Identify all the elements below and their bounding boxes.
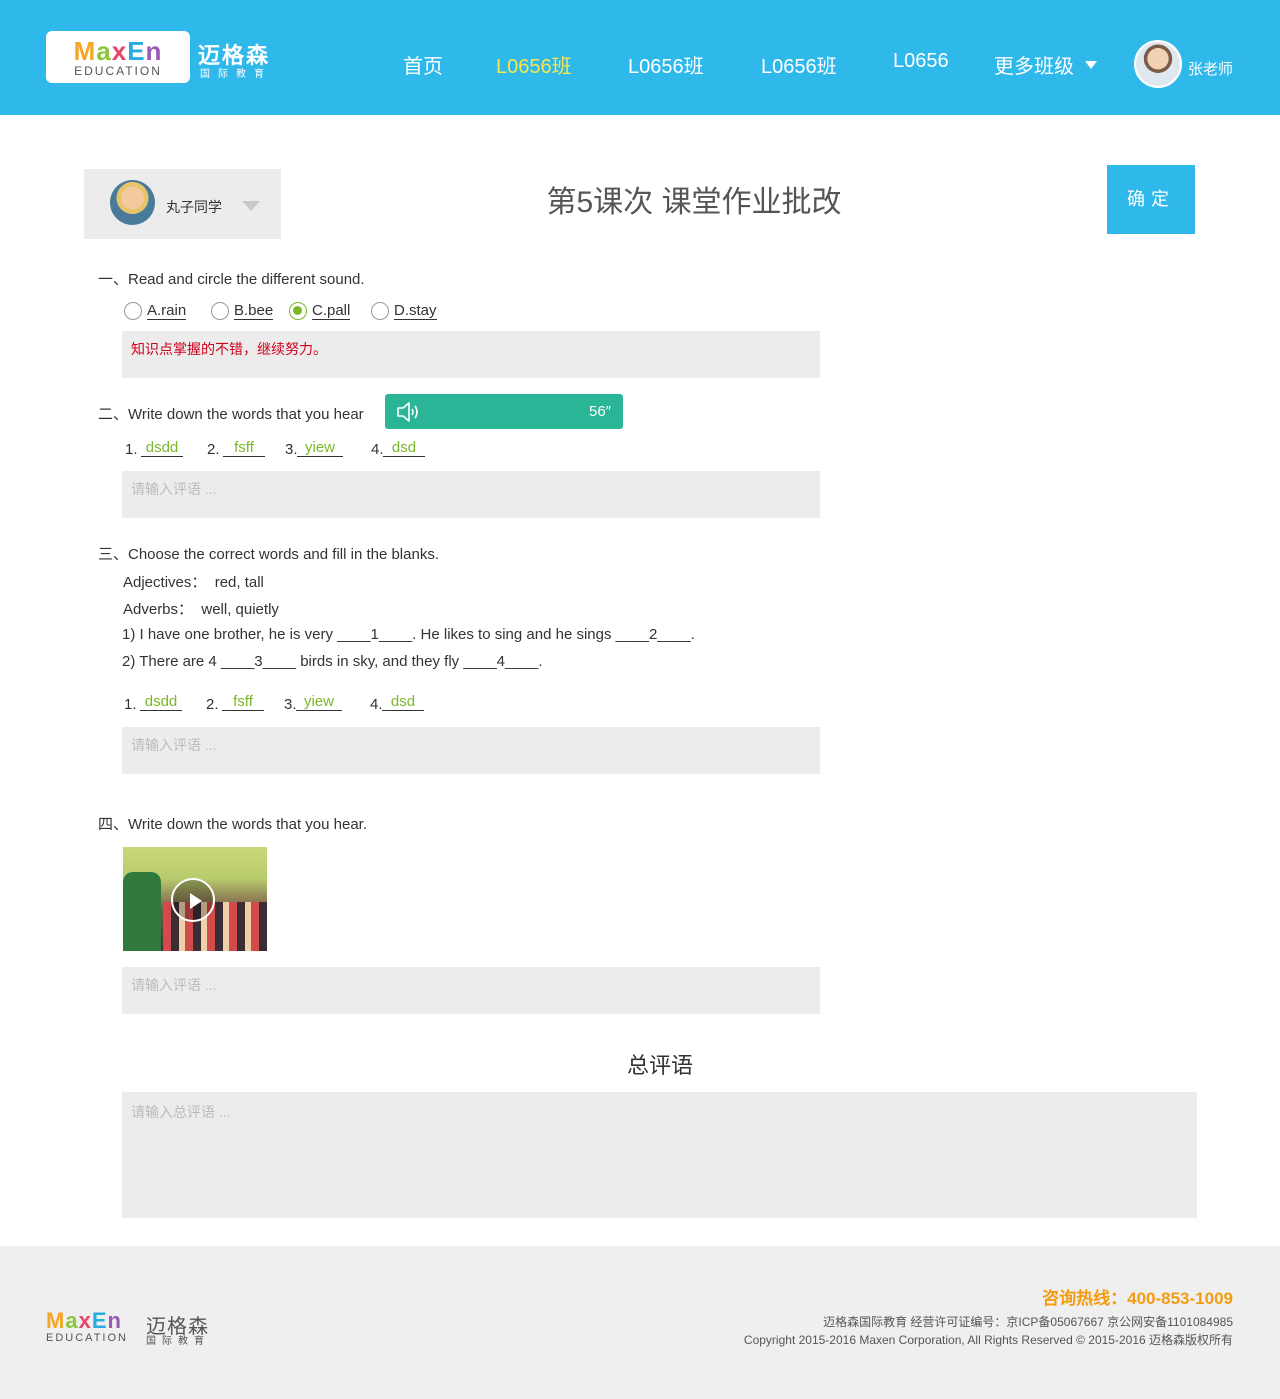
- avatar[interactable]: [1134, 40, 1182, 88]
- summary-comment-input[interactable]: 请输入总评语 ...: [122, 1092, 1197, 1218]
- answer-blank: yiew: [297, 439, 343, 457]
- nav-class-2[interactable]: L0656班: [628, 50, 704, 79]
- question-3-title: 三、Choose the correct words and fill in t…: [98, 546, 439, 563]
- speaker-icon: [397, 402, 418, 422]
- audio-duration: 56″: [589, 403, 611, 420]
- question-1-title: 一、Read and circle the different sound.: [98, 271, 365, 288]
- maxen-logo[interactable]: MaxEn EDUCATION: [46, 31, 190, 83]
- teacher-name[interactable]: 张老师: [1188, 58, 1233, 79]
- video-thumbnail[interactable]: [123, 847, 267, 951]
- logo-subtitle: EDUCATION: [74, 64, 162, 78]
- blank-number: 1.: [124, 696, 137, 713]
- icp-license: 迈格森国际教育 经营许可证编号：京ICP备05067667 京公网安备11010…: [823, 1315, 1233, 1329]
- copyright: Copyright 2015-2016 Maxen Corporation, A…: [743, 1333, 1233, 1347]
- logo-wordmark: MaxEn: [73, 36, 163, 66]
- question-4-title: 四、Write down the words that you hear.: [98, 816, 368, 833]
- sentence-1: 1) I have one brother, he is very ____1_…: [122, 626, 695, 643]
- question-3-comment[interactable]: 请输入评语 ...: [122, 727, 820, 774]
- question-2-title: 二、Write down the words that you hear: [98, 406, 364, 423]
- page-title: 第5课次 课堂作业批改: [546, 186, 842, 219]
- play-icon[interactable]: [171, 878, 215, 922]
- chevron-down-icon[interactable]: [1085, 61, 1097, 69]
- option-a[interactable]: A.rain: [124, 302, 187, 320]
- footer-logo: MaxEn: [46, 1308, 122, 1333]
- radio-icon[interactable]: [124, 302, 142, 320]
- footer-logo-cn-subtitle: 国际教育: [146, 1336, 210, 1347]
- nav-class-4[interactable]: L0656: [893, 50, 949, 73]
- answer-blank: dsdd: [140, 693, 182, 711]
- sentence-2: 2) There are 4 ____3____ birds in sky, a…: [122, 653, 543, 670]
- blank-number: 4.: [371, 441, 384, 458]
- nav-class-3[interactable]: L0656班: [761, 50, 837, 79]
- answer-blank: dsdd: [141, 439, 183, 457]
- option-b[interactable]: B.bee: [211, 302, 274, 320]
- footer-logo-subtitle: EDUCATION: [46, 1332, 128, 1344]
- footer: MaxEn 迈格森 EDUCATION 国际教育 咨询热线：400-853-10…: [0, 1246, 1280, 1399]
- answer-blank: fsff: [222, 693, 264, 711]
- radio-checked-icon[interactable]: [289, 302, 307, 320]
- radio-icon[interactable]: [371, 302, 389, 320]
- confirm-button[interactable]: 确定: [1107, 165, 1195, 234]
- nav-more-classes[interactable]: 更多班级: [994, 50, 1074, 79]
- blank-number: 2.: [206, 696, 219, 713]
- blank-number: 2.: [207, 441, 220, 458]
- blank-number: 3.: [285, 441, 298, 458]
- adjectives-line: Adjectives： red, tall: [123, 574, 264, 591]
- top-nav-bar: MaxEn EDUCATION 迈格森 国际教育 首页 L0656班 L0656…: [0, 0, 1280, 115]
- blank-number: 3.: [284, 696, 297, 713]
- hotline: 咨询热线：400-853-1009: [1042, 1289, 1233, 1308]
- option-c[interactable]: C.pall: [289, 302, 351, 320]
- question-4-comment[interactable]: 请输入评语 ...: [122, 967, 820, 1014]
- answer-blank: dsd: [383, 439, 425, 457]
- blank-number: 4.: [370, 696, 383, 713]
- nav-home[interactable]: 首页: [403, 50, 443, 79]
- summary-title: 总评语: [626, 1053, 693, 1078]
- answer-blank: yiew: [296, 693, 342, 711]
- answer-blank: dsd: [382, 693, 424, 711]
- radio-icon[interactable]: [211, 302, 229, 320]
- question-1-comment[interactable]: 知识点掌握的不错，继续努力。: [122, 331, 820, 378]
- logo-cn-subtitle: 国际教育: [200, 69, 272, 80]
- adverbs-line: Adverbs： well, quietly: [123, 601, 279, 618]
- option-d[interactable]: D.stay: [371, 302, 437, 320]
- question-2-comment[interactable]: 请输入评语 ...: [122, 471, 820, 518]
- nav-class-1[interactable]: L0656班: [496, 50, 572, 79]
- blank-number: 1.: [125, 441, 138, 458]
- audio-player[interactable]: 56″: [385, 394, 623, 429]
- answer-blank: fsff: [223, 439, 265, 457]
